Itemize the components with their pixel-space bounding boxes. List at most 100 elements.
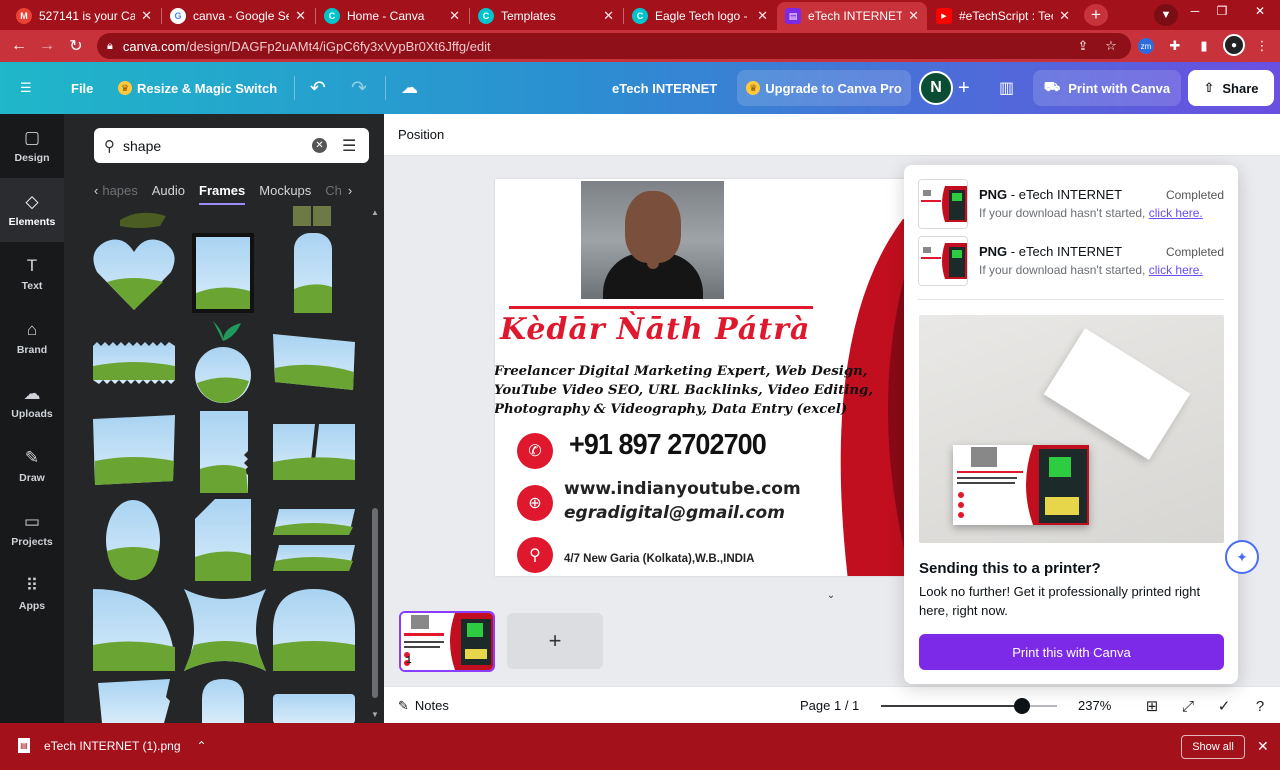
zoom-extension-icon[interactable]: zm [1138, 38, 1154, 54]
close-icon[interactable]: ✕ [141, 8, 152, 24]
insights-chart-icon[interactable]: ▥ [999, 62, 1014, 114]
document-title[interactable]: eTech INTERNET [612, 62, 717, 114]
card-tagline[interactable]: Freelancer Digital Marketing Expert, Web… [495, 362, 873, 419]
frame-item[interactable] [273, 694, 355, 723]
click-here-link[interactable]: click here. [1149, 206, 1203, 220]
print-this-with-canva-button[interactable]: Print this with Canva [919, 634, 1224, 670]
design-canvas[interactable]: Kèdār Ǹāth Pátrà Freelancer Digital Mark… [495, 179, 915, 576]
rail-item-brand[interactable]: ⌂ Brand [0, 306, 64, 370]
frame-item[interactable] [273, 589, 355, 671]
panel-scrollbar[interactable]: ▲ ▼ [370, 208, 380, 723]
back-icon[interactable]: ← [8, 35, 30, 57]
browser-tab-eagle-logo[interactable]: C Eagle Tech logo - Lo ✕ [624, 2, 776, 30]
browser-profile-avatar[interactable]: ● [1223, 34, 1245, 56]
card-name[interactable]: Kèdār Ǹāth Pátrà [500, 312, 810, 347]
frame-item[interactable] [98, 679, 170, 723]
frame-item[interactable] [184, 589, 266, 671]
share-page-icon[interactable]: ⇪ [1073, 36, 1093, 56]
minimize-icon[interactable]: ─ [1182, 0, 1208, 22]
zoom-slider-knob[interactable] [1013, 698, 1030, 714]
browser-tab-google[interactable]: G canva - Google Search ✕ [162, 2, 314, 30]
close-window-icon[interactable]: ✕ [1247, 0, 1273, 22]
page-thumbnail[interactable]: 1 [399, 611, 495, 672]
new-tab-button[interactable]: + [1084, 4, 1108, 26]
extensions-puzzle-icon[interactable]: ✚ [1165, 36, 1185, 56]
close-icon[interactable]: ✕ [908, 8, 919, 24]
address-bar[interactable]: 🔒︎ canva.com/design/DAGFp2uAMt4/iGpC6fy3… [97, 33, 1131, 59]
profile-photo[interactable] [581, 181, 724, 299]
undo-icon[interactable]: ↶ [310, 62, 326, 114]
frame-item[interactable] [195, 499, 251, 581]
frame-item[interactable] [93, 415, 175, 485]
page-indicator[interactable]: Page 1 / 1 [800, 698, 859, 713]
close-icon[interactable]: ✕ [295, 8, 306, 24]
notes-button[interactable]: ✎ Notes [398, 698, 449, 714]
phone-icon[interactable]: ✆ [517, 433, 553, 469]
chevron-down-icon[interactable]: ⌄ [797, 590, 865, 604]
frame-item[interactable] [273, 509, 355, 573]
browser-tab-canva-home[interactable]: C Home - Canva ✕ [316, 2, 468, 30]
scroll-thumb[interactable] [372, 508, 378, 698]
rail-item-projects[interactable]: ▭ Projects [0, 498, 64, 562]
resize-magic-switch-button[interactable]: ♛ Resize & Magic Switch [118, 62, 277, 114]
browser-tab-etech-active[interactable]: ▤ eTech INTERNET - B ✕ [777, 2, 927, 30]
frame-item[interactable] [294, 233, 332, 313]
frame-item[interactable] [93, 342, 175, 384]
frame-item[interactable] [93, 238, 175, 310]
frame-item[interactable] [273, 424, 355, 480]
card-phone[interactable]: +91 897 2702700 [569, 429, 767, 462]
frame-item[interactable] [200, 411, 248, 493]
redo-icon[interactable]: ↷ [351, 62, 367, 114]
close-icon[interactable]: ✕ [1059, 8, 1070, 24]
close-icon[interactable]: ✕ [1257, 738, 1269, 755]
tab-audio[interactable]: Audio [152, 183, 185, 198]
frame-item[interactable] [202, 679, 244, 723]
forward-icon[interactable]: → [36, 35, 58, 57]
chevron-right-icon[interactable]: › [348, 183, 352, 198]
grid-view-icon[interactable]: ⊞ [1142, 696, 1162, 716]
card-website[interactable]: www.indianyoutube.com [564, 479, 801, 499]
file-menu[interactable]: File [71, 62, 93, 114]
magic-assistant-icon[interactable]: ✦ [1225, 540, 1259, 574]
tab-frames[interactable]: Frames [199, 183, 246, 205]
card-address[interactable]: 4/7 New Garia (Kolkata),W.B.,INDIA [564, 553, 754, 565]
kebab-menu-icon[interactable]: ⋮ [1252, 36, 1272, 56]
scroll-up-icon[interactable]: ▲ [370, 208, 380, 217]
zoom-slider[interactable] [881, 705, 1057, 707]
fullscreen-icon[interactable]: ⤢ [1178, 696, 1198, 716]
add-page-button[interactable]: + [507, 613, 603, 669]
frame-item[interactable] [192, 233, 254, 313]
location-pin-icon[interactable]: ⚲ [517, 537, 553, 573]
side-panel-icon[interactable]: ▮ [1194, 36, 1214, 56]
frame-item[interactable] [105, 499, 161, 581]
close-icon[interactable]: ✕ [603, 8, 614, 24]
help-icon[interactable]: ? [1250, 696, 1270, 716]
print-with-canva-button[interactable]: ⛟ Print with Canva [1033, 70, 1181, 106]
rail-item-apps[interactable]: ⠿ Apps [0, 562, 64, 626]
frame-item[interactable] [293, 206, 331, 226]
close-icon[interactable]: ✕ [757, 8, 768, 24]
cloud-saved-icon[interactable]: ☁ [401, 62, 418, 114]
globe-icon[interactable]: ⊕ [517, 485, 553, 521]
download-file-chip[interactable]: ▤ eTech INTERNET (1).png ⌃ [18, 738, 207, 753]
filter-sliders-icon[interactable]: ☰ [342, 136, 356, 156]
click-here-link[interactable]: click here. [1149, 263, 1203, 277]
tab-search-icon[interactable]: ▼ [1154, 4, 1178, 26]
rail-item-draw[interactable]: ✎ Draw [0, 434, 64, 498]
rail-item-uploads[interactable]: ☁ Uploads [0, 370, 64, 434]
clear-search-icon[interactable]: ✕ [312, 138, 327, 153]
reload-icon[interactable]: ↻ [65, 35, 87, 57]
position-button[interactable]: Position [398, 127, 444, 142]
rail-item-design[interactable]: ▢ Design [0, 114, 64, 178]
zoom-value[interactable]: 237% [1078, 698, 1111, 713]
restore-icon[interactable]: ❐ [1209, 0, 1235, 22]
share-button[interactable]: ⇧ Share [1188, 70, 1274, 106]
add-collaborator-icon[interactable]: + [958, 62, 970, 114]
rail-item-text[interactable]: T Text [0, 242, 64, 306]
frame-item[interactable] [93, 589, 175, 671]
bookmark-star-icon[interactable]: ☆ [1101, 36, 1121, 56]
browser-tab-youtube[interactable]: ▶ #eTechScript : Techn ✕ [928, 2, 1078, 30]
scroll-down-icon[interactable]: ▼ [370, 710, 380, 719]
show-all-button[interactable]: Show all [1181, 735, 1245, 759]
check-circle-icon[interactable]: ✓ [1214, 696, 1234, 716]
